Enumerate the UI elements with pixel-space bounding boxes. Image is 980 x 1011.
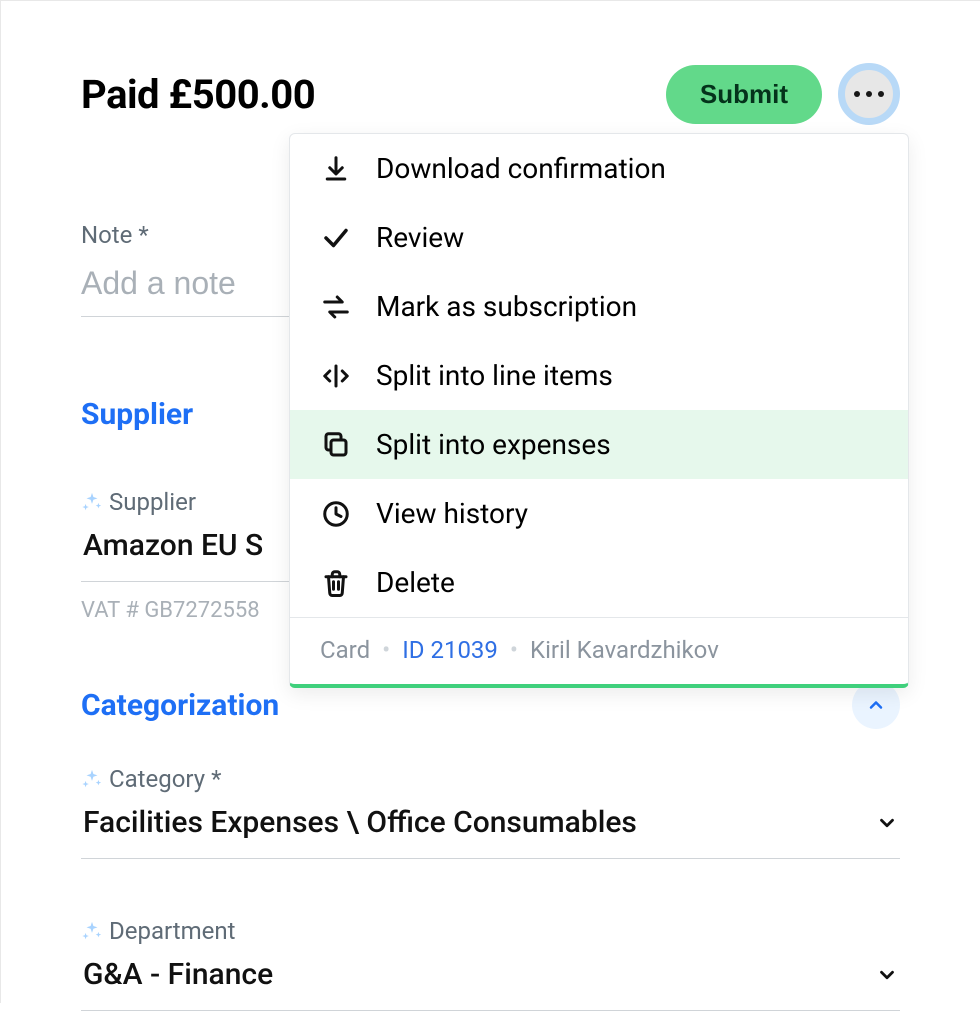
sparkle-icon	[81, 920, 103, 942]
categorization-heading: Categorization	[81, 688, 279, 723]
split-lines-icon	[320, 361, 352, 391]
meta-type: Card	[320, 636, 370, 664]
actions-menu: Download confirmation Review Mark as sub…	[289, 133, 909, 688]
ellipsis-icon	[854, 91, 884, 97]
menu-item-label: Split into expenses	[376, 428, 611, 461]
menu-item-label: Split into line items	[376, 359, 613, 392]
menu-item-split-line-items[interactable]: Split into line items	[290, 341, 908, 410]
header: Paid £500.00 Submit	[81, 63, 900, 125]
chevron-down-icon	[876, 812, 898, 834]
more-actions-button[interactable]	[838, 63, 900, 125]
categorization-section-header: Categorization	[81, 681, 900, 729]
check-icon	[320, 223, 352, 253]
chevron-down-icon	[876, 964, 898, 986]
supplier-value: Amazon EU S	[83, 528, 263, 563]
supplier-field-label: Supplier	[109, 488, 196, 516]
dot-separator: •	[510, 636, 518, 664]
menu-item-view-history[interactable]: View history	[290, 479, 908, 548]
clock-icon	[320, 499, 352, 529]
department-field-label: Department	[109, 917, 235, 945]
menu-item-delete[interactable]: Delete	[290, 548, 908, 617]
trash-icon	[320, 568, 352, 598]
menu-item-label: Delete	[376, 566, 455, 599]
menu-meta: Card • ID 21039 • Kiril Kavardzhikov	[290, 618, 908, 684]
menu-item-label: Review	[376, 221, 464, 254]
menu-item-label: Mark as subscription	[376, 290, 637, 323]
chevron-up-icon	[866, 695, 886, 715]
menu-item-mark-subscription[interactable]: Mark as subscription	[290, 272, 908, 341]
sparkle-icon	[81, 768, 103, 790]
copy-icon	[320, 430, 352, 460]
menu-item-label: Download confirmation	[376, 152, 666, 185]
submit-button[interactable]: Submit	[666, 65, 822, 124]
sparkle-icon	[81, 491, 103, 513]
collapse-button[interactable]	[852, 681, 900, 729]
meta-id-link[interactable]: ID 21039	[402, 636, 498, 664]
paid-amount: Paid £500.00	[81, 71, 315, 118]
menu-item-review[interactable]: Review	[290, 203, 908, 272]
download-icon	[320, 154, 352, 184]
dot-separator: •	[382, 636, 390, 664]
category-select[interactable]: Facilities Expenses \ Office Consumables	[81, 801, 900, 859]
menu-item-download[interactable]: Download confirmation	[290, 134, 908, 203]
menu-item-label: View history	[376, 497, 528, 530]
department-value: G&A - Finance	[83, 957, 273, 992]
meta-owner: Kiril Kavardzhikov	[530, 636, 719, 664]
department-field: Department G&A - Finance	[81, 917, 900, 1011]
category-field-label: Category *	[109, 765, 221, 793]
category-field: Category * Facilities Expenses \ Office …	[81, 765, 900, 859]
category-value: Facilities Expenses \ Office Consumables	[83, 805, 637, 840]
menu-item-split-expenses[interactable]: Split into expenses	[290, 410, 908, 479]
department-select[interactable]: G&A - Finance	[81, 953, 900, 1011]
refresh-icon	[320, 292, 352, 322]
